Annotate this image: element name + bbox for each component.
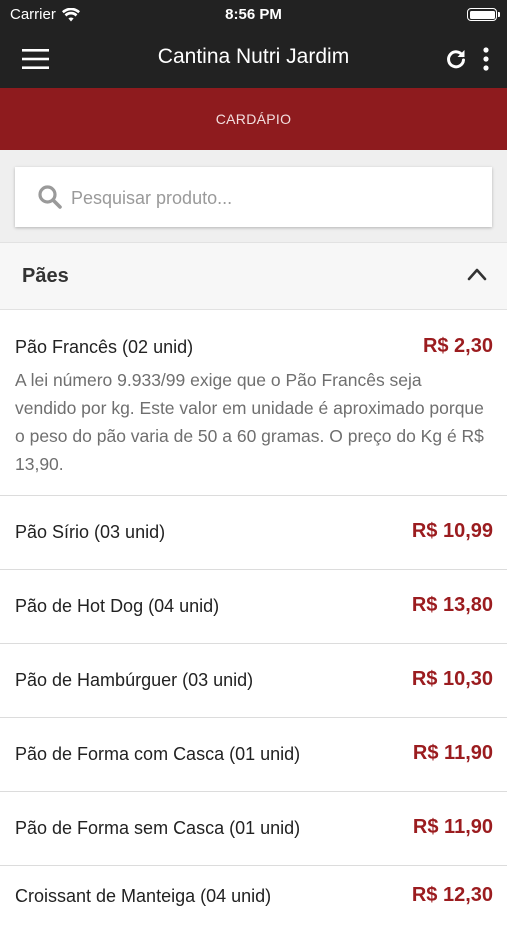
product-item[interactable]: Pão Sírio (03 unid) R$ 10,99 [0,496,507,570]
refresh-icon [447,50,465,69]
product-description: A lei número 9.933/99 exige que o Pão Fr… [15,370,484,474]
product-item[interactable]: Croissant de Manteiga (04 unid) R$ 12,30 [0,866,507,940]
nav-bar: Cantina Nutri Jardim [0,30,507,88]
product-name: Pão de Forma com Casca (01 unid) [15,744,301,764]
status-time: 8:56 PM [225,6,282,23]
refresh-button[interactable] [443,46,469,72]
more-vertical-icon [483,47,489,71]
product-name: Pão de Hambúrguer (03 unid) [15,670,254,690]
product-name: Croissant de Manteiga (04 unid) [15,886,272,906]
product-name: Pão Francês (02 unid) [15,337,194,357]
search-icon [38,185,62,209]
product-price: R$ 10,30 [411,668,493,690]
product-name: Pão Sírio (03 unid) [15,522,166,542]
product-item[interactable]: Pão de Hambúrguer (03 unid) R$ 10,30 [0,644,507,718]
product-list: Pão Francês (02 unid) R$ 2,30 A lei núme… [0,310,507,940]
product-item[interactable]: Pão Francês (02 unid) R$ 2,30 A lei núme… [0,310,507,496]
status-bar: Carrier 8:56 PM [0,0,507,30]
search-input[interactable] [69,177,473,219]
product-item[interactable]: Pão de Forma sem Casca (01 unid) R$ 11,9… [0,792,507,866]
chevron-up-icon [467,268,487,281]
product-name: Pão de Hot Dog (04 unid) [15,596,220,616]
category-header-paes[interactable]: Pães [0,242,507,310]
search-box[interactable] [15,167,492,227]
product-item[interactable]: Pão de Hot Dog (04 unid) R$ 13,80 [0,570,507,644]
product-price: R$ 12,30 [411,884,493,906]
product-price: R$ 11,90 [412,816,493,838]
product-price: R$ 10,99 [411,520,493,542]
app-title: Cantina Nutri Jardim [157,45,350,68]
category-title: Pães [22,265,69,287]
more-options-button[interactable] [479,46,493,72]
product-name: Pão de Forma sem Casca (01 unid) [15,818,301,838]
search-area [0,150,507,242]
product-price: R$ 11,90 [412,742,493,764]
product-item[interactable]: Pão de Forma com Casca (01 unid) R$ 11,9… [0,718,507,792]
tab-cardapio[interactable]: CARDÁPIO [0,88,507,150]
battery-icon [467,8,500,21]
product-price: R$ 2,30 [422,335,493,357]
tab-bar: CARDÁPIO [0,88,507,150]
product-price: R$ 13,80 [411,594,493,616]
